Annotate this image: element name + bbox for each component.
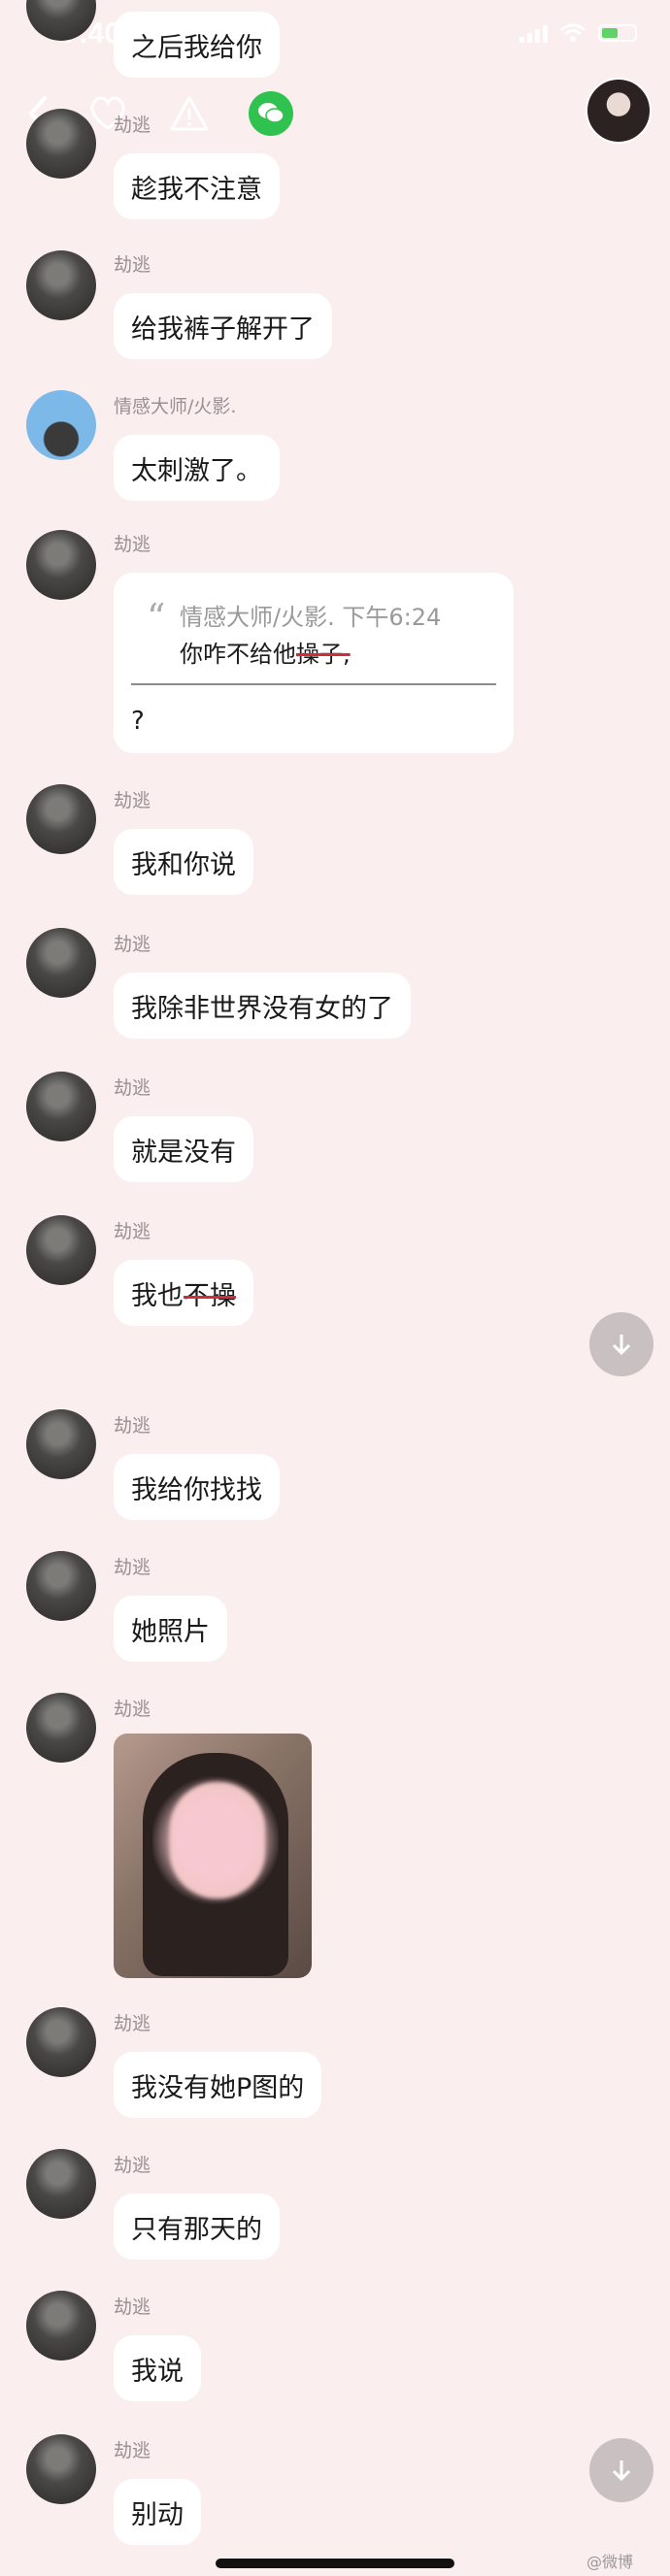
sender-name: 劫逃 <box>114 115 151 136</box>
avatar[interactable] <box>26 109 96 179</box>
watermark: @微博 <box>586 2553 634 2571</box>
wifi-icon <box>560 23 586 42</box>
sender-name: 劫逃 <box>114 254 151 276</box>
message-bubble[interactable]: 之后我给你 <box>114 12 280 78</box>
toolbar <box>0 82 670 149</box>
scroll-down-icon[interactable] <box>589 2438 653 2502</box>
warning-icon[interactable] <box>167 91 212 136</box>
wechat-icon[interactable] <box>249 91 293 136</box>
sender-name: 劫逃 <box>114 1221 151 1242</box>
quote-text-plain: 你咋不给他 <box>180 641 296 668</box>
message-bubble[interactable]: 我给你找找 <box>114 1454 280 1520</box>
avatar[interactable] <box>26 2149 96 2219</box>
message-text-struck: 不操 <box>184 1280 236 1311</box>
avatar[interactable] <box>26 390 96 460</box>
sender-name: 劫逃 <box>114 534 151 555</box>
avatar[interactable] <box>26 928 96 998</box>
signal-icon <box>519 23 548 43</box>
message-bubble[interactable]: 太刺激了。 <box>114 435 280 501</box>
sender-name: 情感大师/火影. <box>114 396 237 417</box>
quote-header: 情感大师/火影. 下午6:24 <box>180 604 442 631</box>
avatar[interactable] <box>26 250 96 320</box>
message-bubble[interactable]: 我没有她P图的 <box>114 2052 322 2118</box>
home-indicator[interactable] <box>216 2559 454 2568</box>
sender-name: 劫逃 <box>114 1077 151 1099</box>
message-bubble[interactable]: 她照片 <box>114 1596 227 1662</box>
sender-name: 劫逃 <box>114 1557 151 1578</box>
avatar[interactable] <box>26 1693 96 1763</box>
avatar[interactable] <box>26 1215 96 1285</box>
quote-text-struck: 操子, <box>296 641 351 668</box>
battery-icon <box>598 24 637 42</box>
status-bar: 7:40 <box>0 0 670 78</box>
avatar[interactable] <box>26 1072 96 1141</box>
quote-divider <box>131 683 496 685</box>
quote-reply-bubble[interactable]: “ 情感大师/火影. 下午6:24 你咋不给他操子, ? <box>114 573 514 753</box>
status-icons <box>519 23 637 43</box>
sender-name: 劫逃 <box>114 1699 151 1720</box>
message-bubble[interactable]: 给我裤子解开了 <box>114 293 332 359</box>
message-bubble[interactable]: 我也 不操 <box>114 1260 253 1326</box>
quote-icon: “ <box>147 596 166 639</box>
photo-message[interactable] <box>114 1734 312 1978</box>
avatar[interactable] <box>26 530 96 600</box>
avatar[interactable] <box>26 1409 96 1479</box>
sender-name: 劫逃 <box>114 2013 151 2034</box>
sender-name: 劫逃 <box>114 1415 151 1437</box>
message-text-plain: 我也 <box>131 1280 184 1311</box>
avatar[interactable] <box>26 2291 96 2361</box>
message-bubble[interactable]: 我说 <box>114 2335 201 2401</box>
message-bubble[interactable]: 只有那天的 <box>114 2194 280 2260</box>
avatar[interactable] <box>26 2434 96 2504</box>
sender-name: 劫逃 <box>114 934 151 955</box>
avatar[interactable] <box>26 784 96 854</box>
profile-avatar[interactable] <box>586 78 652 144</box>
sender-name: 劫逃 <box>114 2296 151 2318</box>
scroll-down-icon[interactable] <box>589 1312 653 1376</box>
sender-name: 劫逃 <box>114 790 151 811</box>
message-bubble[interactable]: 趁我不注意 <box>114 153 280 219</box>
avatar[interactable] <box>26 2007 96 2077</box>
quote-answer: ? <box>131 707 145 736</box>
quote-text: 你咋不给他操子, <box>180 635 351 669</box>
message-bubble[interactable]: 我除非世界没有女的了 <box>114 973 411 1039</box>
photo-mosaic <box>152 1772 279 1908</box>
avatar[interactable] <box>26 1551 96 1621</box>
message-bubble[interactable]: 我和你说 <box>114 829 253 895</box>
sender-name: 劫逃 <box>114 2440 151 2461</box>
message-bubble[interactable]: 别动 <box>114 2479 201 2545</box>
message-bubble[interactable]: 就是没有 <box>114 1116 253 1182</box>
sender-name: 劫逃 <box>114 2155 151 2176</box>
